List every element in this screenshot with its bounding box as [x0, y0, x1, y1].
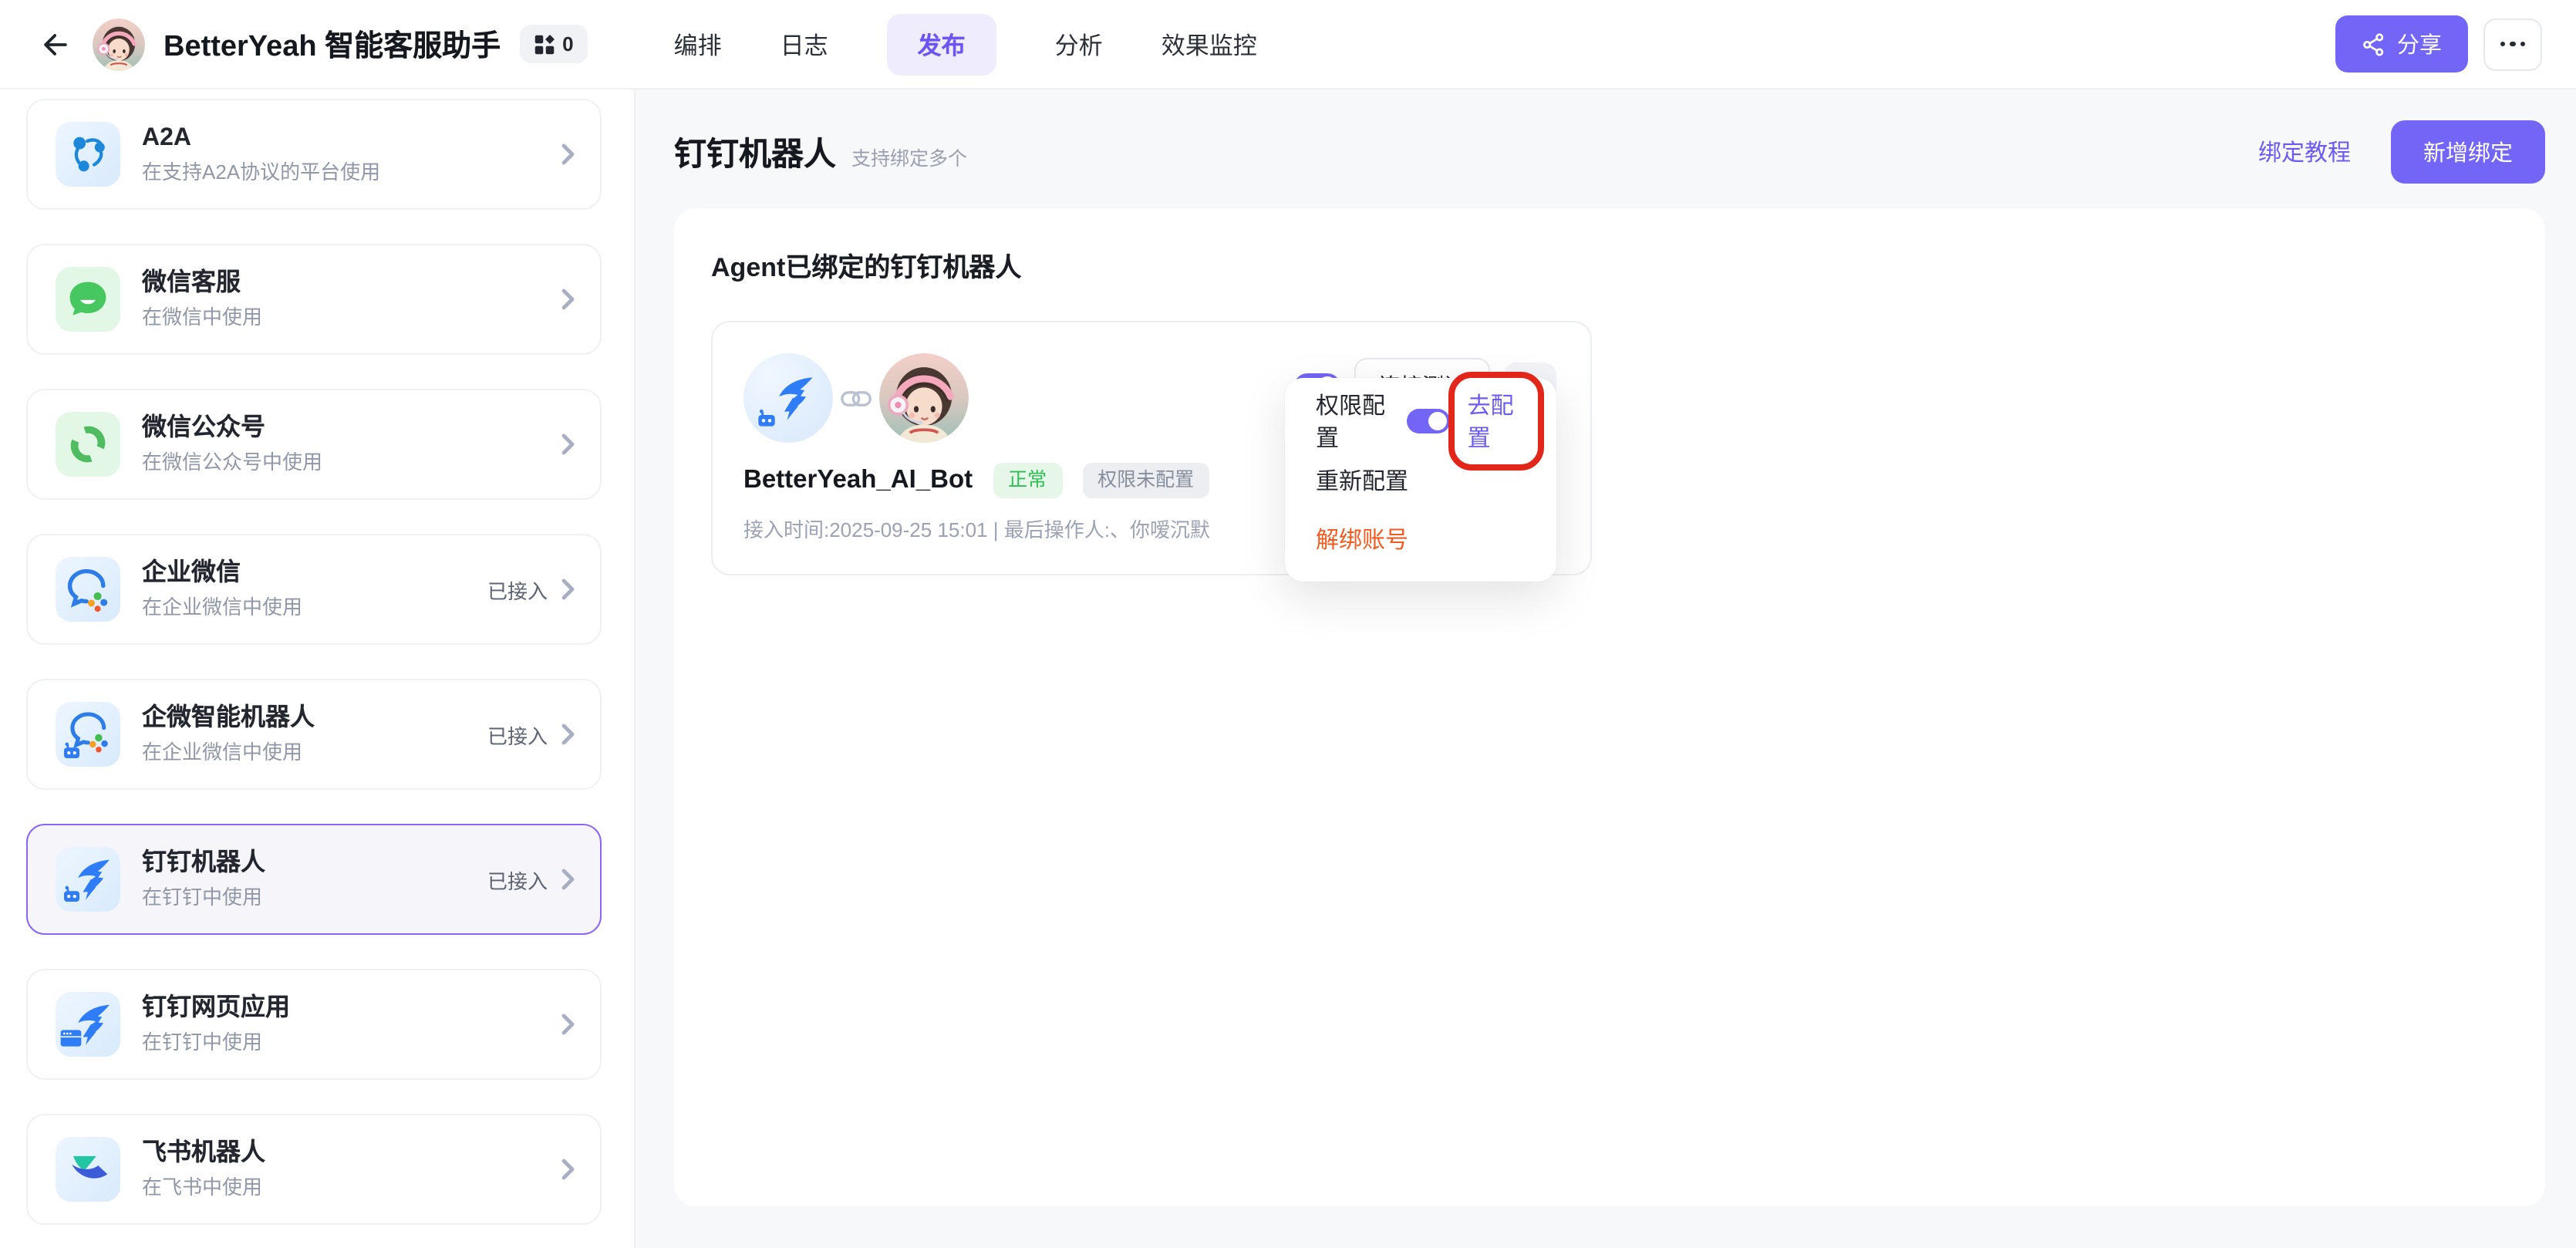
channel-desc: 在微信中使用 [142, 307, 262, 327]
app-grid-icon [533, 33, 555, 55]
share-icon [2362, 32, 2386, 56]
a2a-icon [56, 122, 120, 187]
tutorial-link[interactable]: 绑定教程 [2258, 136, 2351, 168]
menu-item-unbind[interactable]: 解绑账号 [1285, 509, 1556, 568]
channel-desc: 在企业微信中使用 [142, 742, 315, 762]
sidebar-item-dingtalk-bot[interactable]: 钉钉机器人在钉钉中使用 已接入 [26, 824, 602, 935]
app-window: BetterYeah 智能客服助手 0 编排 日志 发布 分析 效果监控 分享 … [0, 0, 2576, 1248]
menu-item-perm-config: 权限配置 去配置 [1285, 392, 1556, 450]
go-configure-link[interactable]: 去配置 [1468, 389, 1526, 454]
perm-config-toggle[interactable] [1408, 409, 1451, 433]
sidebar-item-wecom[interactable]: 企业微信在企业微信中使用 已接入 [26, 534, 602, 645]
channel-name: 企业微信 [142, 562, 302, 586]
go-configure-label: 去配置 [1468, 393, 1514, 452]
chevron-right-icon [561, 1014, 575, 1035]
chevron-right-icon [561, 1159, 575, 1180]
wechat-mp-icon [56, 412, 120, 477]
sidebar-item-wecom-bot[interactable]: 企微智能机器人在企业微信中使用 已接入 [26, 679, 602, 790]
perm-badge: 权限未配置 [1082, 463, 1209, 498]
more-icon [2500, 42, 2526, 47]
robot-icon [754, 406, 779, 430]
channel-name: 钉钉网页应用 [142, 997, 290, 1021]
channel-name: 飞书机器人 [142, 1142, 265, 1166]
channel-desc: 在钉钉中使用 [142, 887, 265, 907]
tab-publish[interactable]: 发布 [887, 13, 996, 75]
bot-name: BetterYeah_AI_Bot [743, 466, 973, 495]
link-icon [841, 390, 872, 406]
bot-avatar [879, 353, 969, 443]
chevron-right-icon [561, 433, 575, 455]
channel-name: 企微智能机器人 [142, 707, 315, 731]
top-bar: BetterYeah 智能客服助手 0 编排 日志 发布 分析 效果监控 分享 [0, 0, 2576, 89]
tab-logs[interactable]: 日志 [781, 27, 828, 61]
status-badge: 正常 [993, 463, 1062, 498]
app-count: 0 [562, 32, 573, 56]
panel-title: Agent已绑定的钉钉机器人 [711, 245, 2508, 284]
sidebar-item-wechat-mp[interactable]: 微信公众号在微信公众号中使用 [26, 389, 602, 500]
bound-bots-panel: Agent已绑定的钉钉机器人 BetterYeah_AI_Bot 正常 权限未 [674, 208, 2545, 1206]
tab-effect-monitor[interactable]: 效果监控 [1162, 27, 1257, 61]
perm-config-label: 权限配置 [1316, 389, 1394, 454]
chevron-right-icon [561, 724, 575, 745]
chevron-right-icon [561, 143, 575, 165]
chevron-right-icon [561, 578, 575, 600]
channel-desc: 在飞书中使用 [142, 1177, 265, 1197]
share-button[interactable]: 分享 [2335, 15, 2468, 73]
channel-name: 微信公众号 [142, 417, 322, 441]
channel-status: 已接入 [487, 575, 548, 604]
app-count-badge: 0 [519, 25, 587, 63]
unbind-label: 解绑账号 [1316, 522, 1408, 555]
page-subtitle: 支持绑定多个 [851, 142, 967, 171]
sidebar-item-wechat-kf[interactable]: 微信客服在微信中使用 [26, 244, 602, 355]
chevron-right-icon [561, 288, 575, 310]
share-label: 分享 [2397, 28, 2442, 60]
menu-item-reconfigure[interactable]: 重新配置 [1285, 450, 1556, 509]
channel-desc: 在支持A2A协议的平台使用 [142, 162, 380, 182]
channel-sidebar: A2A 在支持A2A协议的平台使用 微信客服在微信中使用 微信公众号在微信公众号中… [0, 89, 636, 1248]
wecom-bot-icon [56, 702, 120, 767]
main-content: 钉钉机器人 支持绑定多个 绑定教程 新增绑定 Agent已绑定的钉钉机器人 [636, 89, 2576, 1248]
sidebar-item-feishu-bot[interactable]: 飞书机器人在飞书中使用 [26, 1114, 602, 1225]
back-button[interactable] [34, 22, 77, 66]
arrow-left-icon [39, 27, 72, 61]
channel-desc: 在钉钉中使用 [142, 1032, 290, 1052]
channel-name: 钉钉机器人 [142, 852, 265, 876]
header-more-button[interactable] [2483, 18, 2542, 70]
channel-name: A2A [142, 126, 380, 151]
tab-analysis[interactable]: 分析 [1055, 27, 1103, 61]
channel-name: 微信客服 [142, 272, 262, 296]
feishu-bot-icon [56, 1137, 120, 1202]
sidebar-item-dingtalk-web[interactable]: 钉钉网页应用在钉钉中使用 [26, 969, 602, 1080]
chevron-right-icon [561, 869, 575, 890]
page-title: 钉钉机器人 [674, 129, 836, 175]
wecom-icon [56, 557, 120, 622]
channel-desc: 在企业微信中使用 [142, 597, 302, 617]
dingtalk-bot-icon [56, 847, 120, 912]
add-binding-button[interactable]: 新增绑定 [2391, 120, 2545, 184]
dingtalk-avatar [743, 353, 833, 443]
app-title: BetterYeah 智能客服助手 [164, 23, 501, 65]
channel-status: 已接入 [487, 720, 548, 749]
channel-desc: 在微信公众号中使用 [142, 452, 322, 472]
channel-status: 已接入 [487, 865, 548, 894]
dingtalk-web-icon [56, 992, 120, 1057]
agent-avatar [93, 18, 145, 70]
reconfigure-label: 重新配置 [1316, 464, 1408, 496]
sidebar-item-a2a[interactable]: A2A 在支持A2A协议的平台使用 [26, 99, 602, 210]
nav-tabs: 编排 日志 发布 分析 效果监控 [674, 13, 1257, 75]
wechat-kf-icon [56, 267, 120, 332]
bot-actions-menu: 权限配置 去配置 重新配置 解绑账号 [1285, 378, 1556, 582]
tab-orchestrate[interactable]: 编排 [674, 27, 722, 61]
